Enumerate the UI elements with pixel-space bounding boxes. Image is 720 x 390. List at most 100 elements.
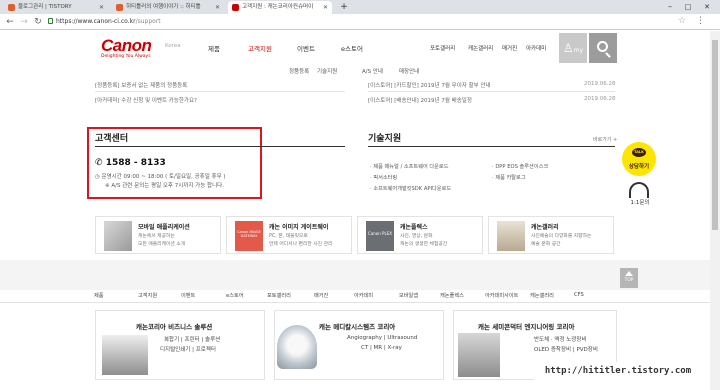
top-menu-photo-gallery[interactable]: 포토갤러리 <box>430 44 455 52</box>
sitemap-link[interactable]: 캐논플렉스 <box>440 292 464 299</box>
url-host: https://www.canon-ci.co.kr <box>56 18 136 25</box>
top-menu-magazine[interactable]: 매거진 <box>502 44 517 52</box>
banner-business-solutions[interactable]: 캐논코리아 비즈니스 솔루션 복합기 | 프린터 | 솔루션 디지털인쇄기 | … <box>95 310 265 380</box>
gnb-estore[interactable]: e스토어 <box>341 43 363 53</box>
divider <box>95 91 345 92</box>
sitemap-link[interactable]: 아카데미사이트 <box>485 292 518 299</box>
tistory-favicon-icon <box>116 4 123 11</box>
kakao-talk-icon: TALK <box>632 148 646 157</box>
tab-close-icon[interactable]: ✕ <box>215 1 220 14</box>
card-mobile-app[interactable]: 모바일 애플리케이션 캐논에서 제공하는 모든 애플리케이션 소개 <box>95 216 221 254</box>
operating-hours: ◷ 운영시간 09:00 ~ 18:00 ( 토/일요일, 공휴일 휴무 ) <box>95 172 226 180</box>
bookmark-star-icon[interactable]: ☆ <box>678 16 686 26</box>
maximize-icon[interactable]: □ <box>680 0 696 14</box>
search-button[interactable] <box>589 33 617 63</box>
one-to-one-inquiry[interactable]: 1:1문의 <box>626 198 654 206</box>
tech-link-picture-style[interactable]: · 픽서소터링 <box>370 174 397 181</box>
notice-item[interactable]: [정품등록] 보증서 없는 제품의 정품등록 <box>95 81 187 89</box>
sitemap-link[interactable]: 캐논갤러리 <box>530 292 554 299</box>
reload-icon[interactable]: ↻ <box>32 16 44 28</box>
tech-link-sdk[interactable]: · 소프트웨어개발킷SDK API다운로드 <box>370 185 451 192</box>
scroll-top-button[interactable]: TOP <box>620 268 638 288</box>
card-desc: 캐논에서 제공하는 <box>138 234 175 239</box>
new-tab-button[interactable]: + <box>336 0 352 14</box>
tech-support-more-link[interactable]: 바로가기 + <box>593 136 617 143</box>
phone-number: 1588 - 8133 <box>105 158 166 168</box>
scrollbar-thumb[interactable] <box>712 40 718 230</box>
tech-link-dpp[interactable]: · DPP EOS 솔루션이스크 <box>492 163 548 170</box>
sitemap-link[interactable]: CFS <box>574 292 584 298</box>
search-icon <box>597 41 608 52</box>
blog-watermark: http://hititler.tistory.com <box>528 362 708 380</box>
canon-favicon-icon <box>232 4 239 11</box>
browser-tab-bar <box>0 0 720 14</box>
url-input[interactable]: https://www.canon-ci.co.kr/support <box>56 16 161 28</box>
kakao-chat-button[interactable]: TALK 상담하기 <box>622 142 656 176</box>
notice-item[interactable]: [이스토어] [배송안내] 2019년 7월 배송일정 <box>368 96 472 104</box>
divider <box>368 146 615 147</box>
notice-date: 2019.06.28 <box>584 81 616 87</box>
canon-logo[interactable]: Canon <box>101 36 152 56</box>
url-path: /support <box>135 18 161 25</box>
notice-item[interactable]: [아카데미] 수강 신청 및 이벤트 카능한가요? <box>95 96 197 104</box>
banner-desc: 복합기 | 프린터 | 솔루션 <box>164 337 221 343</box>
hours-text: 운영시간 09:00 ~ 18:00 ( 토/일요일, 공휴일 휴무 ) <box>101 174 226 180</box>
tab-close-icon[interactable]: ✕ <box>323 1 328 14</box>
browser-tab[interactable]: 블로그관리 | TISTORY ✕ <box>4 1 108 14</box>
browser-tab[interactable]: 히티틀러의 여행이야기 :: 히티틀 ✕ <box>112 1 224 14</box>
gnb-support[interactable]: 고객지원 <box>248 43 272 53</box>
card-title: 모바일 애플리케이션 <box>138 224 190 231</box>
card-canon-plex[interactable]: Canon PLEX 캐논플렉스 사진, 영상, 문화 캐논의 생생한 체험공간 <box>357 216 483 254</box>
sitemap-link[interactable]: 이벤트 <box>181 292 195 299</box>
kakao-chat-label: 상담하기 <box>628 164 650 170</box>
headset-icon[interactable] <box>629 182 649 198</box>
sitemap-link[interactable]: 아카데미 <box>354 292 373 299</box>
subnav-store-info[interactable]: 매장안내 <box>399 67 419 75</box>
tab-close-icon[interactable]: ✕ <box>99 1 104 14</box>
sitemap-link[interactable]: 매거진 <box>314 292 328 299</box>
card-desc: 사진예술의 다양화를 지향하는 <box>531 234 592 239</box>
sitemap-link[interactable]: 제품 <box>94 292 104 299</box>
subnav-as-info[interactable]: A/S 안내 <box>362 67 383 75</box>
card-desc: 캐논의 생생한 체험공간 <box>400 242 448 247</box>
sitemap-link[interactable]: 모바일앱 <box>399 292 418 299</box>
notice-item[interactable]: [이스토어] [카드할인] 2019년 7월 무이자 할부 안내 <box>368 81 491 89</box>
canon-gallery-thumbnail <box>497 221 525 251</box>
subnav-product-registration[interactable]: 정품등록 <box>289 67 309 75</box>
phone-icon: ✆ <box>95 158 106 168</box>
region-label: Korea <box>165 43 181 49</box>
card-image-gateway[interactable]: Canon IMAGE GATEWAY 캐논 이미지 게이트웨이 PC, 폰, … <box>226 216 352 254</box>
divider <box>95 146 345 147</box>
menu-kebab-icon[interactable]: ⋮ <box>696 16 705 26</box>
back-icon[interactable]: ← <box>4 16 16 28</box>
card-desc: 예술 문화 공간 <box>531 242 561 247</box>
sitemap-link[interactable]: 포토갤러리 <box>267 292 291 299</box>
gnb-events[interactable]: 이벤트 <box>297 43 315 53</box>
subnav-tech-support[interactable]: 기술지원 <box>317 67 337 75</box>
top-menu-canon-gallery[interactable]: 캐논갤러리 <box>468 44 493 52</box>
gnb-products[interactable]: 제품 <box>208 43 220 53</box>
tech-link-catalog[interactable]: · 제품 카탈로그 <box>492 174 526 181</box>
close-window-icon[interactable]: ✕ <box>699 0 715 14</box>
forward-icon[interactable]: → <box>18 16 30 28</box>
sitemap-link[interactable]: e스토어 <box>226 292 244 299</box>
tab-label: 고객지원 : 캐논코리아컨슈머이 <box>242 4 314 10</box>
tistory-favicon-icon <box>8 4 15 11</box>
top-menu-academy[interactable]: 아카데미 <box>526 44 546 52</box>
my-label: my <box>573 47 584 54</box>
tech-link-manual[interactable]: · 제품 매뉴얼 / 소프트웨어 다운로드 <box>370 163 448 170</box>
my-page-button[interactable]: ♙my <box>559 33 587 63</box>
canon-plex-thumbnail: Canon PLEX <box>366 221 394 251</box>
card-desc: 언제 어디서나 편리한 사진 관리 <box>269 242 333 247</box>
ct-scanner-image <box>277 325 317 369</box>
sitemap-link[interactable]: 고객지원 <box>138 292 157 299</box>
card-canon-gallery[interactable]: 캐논갤러리 사진예술의 다양화를 지향하는 예술 문화 공간 <box>488 216 614 254</box>
minimize-icon[interactable]: – <box>662 0 678 14</box>
semiconductor-equipment-image <box>458 333 500 377</box>
banner-medical-systems[interactable]: 캐논 메디칼시스템즈 코리아 Angiography | Ultrasound … <box>274 310 444 380</box>
browser-tab-active[interactable]: 고객지원 : 캐논코리아컨슈머이 ✕ <box>228 1 332 14</box>
card-desc: 사진, 영상, 문화 <box>400 234 433 239</box>
banner-desc: Angiography | Ultrasound <box>347 335 418 341</box>
banner-title: 캐논 세미콘덕터 엔지니어링 코리아 <box>478 323 575 331</box>
divider <box>0 302 720 303</box>
